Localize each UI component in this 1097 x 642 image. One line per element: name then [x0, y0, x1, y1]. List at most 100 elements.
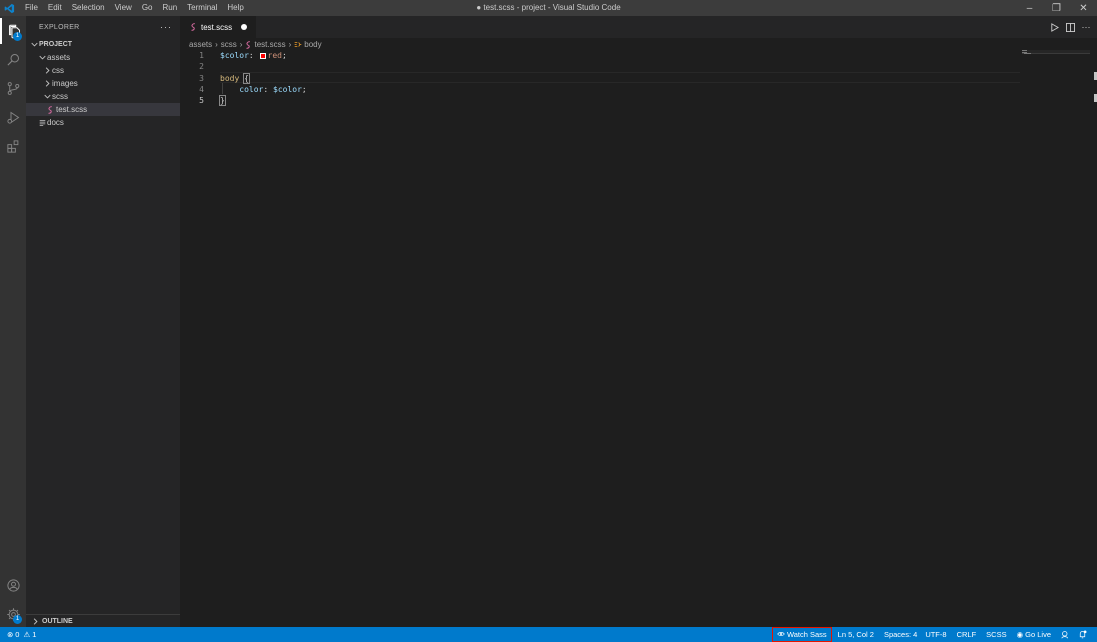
watch-sass-button[interactable]: Watch Sass — [771, 627, 832, 642]
run-debug-icon[interactable] — [0, 104, 26, 130]
line-number: 5 — [199, 96, 204, 106]
minimap-slider[interactable] — [1022, 50, 1090, 54]
line-content: } — [219, 95, 226, 107]
more-actions-icon[interactable]: ··· — [160, 22, 172, 32]
tab-bar: test.scss ··· — [180, 16, 1097, 38]
tab-label: test.scss — [201, 22, 233, 32]
settings-gear-icon[interactable]: 1 — [0, 601, 26, 627]
tree-item-label: scss — [52, 92, 68, 101]
notifications-bell-icon[interactable] — [1074, 627, 1091, 642]
search-icon[interactable] — [0, 46, 26, 72]
restore-button[interactable]: ❐ — [1043, 0, 1070, 16]
warning-count: 1 — [32, 630, 37, 639]
problems-indicator[interactable]: ⊗ 0 ⚠ 1 — [7, 627, 36, 642]
tree-item-images[interactable]: images — [26, 77, 180, 90]
line-number: 1 — [199, 51, 204, 60]
tree-item-css[interactable]: css — [26, 64, 180, 77]
run-icon[interactable] — [1049, 22, 1059, 32]
cursor-position[interactable]: Ln 5, Col 2 — [834, 627, 878, 642]
broadcast-icon: ◉ — [1016, 630, 1024, 639]
status-right: Watch Sass Ln 5, Col 2 Spaces: 4 UTF-8 C… — [771, 627, 1091, 642]
minimap[interactable] — [1022, 50, 1090, 70]
feedback-icon[interactable] — [1057, 627, 1074, 642]
close-button[interactable]: ✕ — [1070, 0, 1097, 16]
scss-file-icon — [245, 40, 252, 49]
end-of-line[interactable]: CRLF — [953, 627, 981, 642]
menu-run[interactable]: Run — [157, 0, 182, 16]
symbol-selector-icon — [294, 41, 302, 48]
outline-label: OUTLINE — [42, 617, 73, 625]
menu-bar: File Edit Selection View Go Run Terminal… — [20, 0, 249, 16]
vertical-scrollbar[interactable] — [1091, 38, 1097, 627]
color-swatch-icon[interactable] — [259, 53, 266, 59]
tree-item-docs[interactable]: docs — [26, 116, 180, 129]
menu-terminal[interactable]: Terminal — [182, 0, 222, 16]
menu-view[interactable]: View — [110, 0, 137, 16]
outline-section-header[interactable]: OUTLINE — [26, 614, 180, 627]
menu-go[interactable]: Go — [137, 0, 158, 16]
menu-help[interactable]: Help — [222, 0, 248, 16]
explorer-icon[interactable]: 1 — [0, 18, 26, 44]
tree-item-label: test.scss — [56, 105, 88, 114]
split-editor-icon[interactable] — [1065, 22, 1075, 32]
tree-item-scss[interactable]: scss — [26, 90, 180, 103]
chevron-right-icon: › — [239, 40, 243, 49]
breadcrumb-item[interactable]: body — [304, 40, 321, 49]
status-bar: ⊗ 0 ⚠ 1 Watch Sass Ln 5, Col 2 Spaces: 4… — [0, 627, 1097, 642]
chevron-right-icon: › — [215, 40, 218, 49]
sidebar-title: EXPLORER — [39, 23, 80, 31]
tree-item-assets[interactable]: assets — [26, 51, 180, 64]
more-actions-icon[interactable]: ··· — [1081, 22, 1091, 32]
line-number: 2 — [199, 62, 204, 72]
window-controls: – ❐ ✕ — [1016, 0, 1097, 16]
code-token: : — [248, 51, 259, 60]
line-content: $color: red; — [220, 50, 287, 61]
breadcrumb-item[interactable]: scss — [221, 40, 237, 49]
tab-test-scss[interactable]: test.scss — [180, 16, 256, 38]
menu-edit[interactable]: Edit — [43, 0, 67, 16]
scss-file-icon — [45, 105, 55, 114]
breadcrumb-item[interactable]: assets — [189, 40, 212, 49]
warning-icon: ⚠ — [23, 630, 31, 639]
code-line[interactable]: 2 — [180, 61, 1020, 72]
watch-sass-label: Watch Sass — [786, 630, 827, 639]
code-token: ; — [301, 84, 307, 94]
explorer-sidebar: EXPLORER ··· PROJECT assets css images s… — [26, 16, 180, 627]
chevron-right-icon — [42, 67, 52, 74]
indentation[interactable]: Spaces: 4 — [880, 627, 921, 642]
code-line[interactable]: 3 body { — [180, 72, 1020, 84]
editor-area: test.scss ··· assets › scss › test.scss … — [180, 16, 1097, 627]
breadcrumb-item[interactable]: test.scss — [254, 40, 285, 49]
tree-item-label: docs — [47, 118, 64, 127]
code-line[interactable]: 5} — [180, 95, 1020, 107]
encoding[interactable]: UTF-8 — [921, 627, 950, 642]
code-token: $color — [273, 84, 302, 94]
line-content: body { — [220, 72, 250, 84]
go-live-button[interactable]: ◉ Go Live — [1013, 627, 1055, 642]
language-mode[interactable]: SCSS — [982, 627, 1010, 642]
minimize-button[interactable]: – — [1016, 0, 1043, 16]
go-live-label: Go Live — [1025, 630, 1051, 639]
code-token: body — [220, 73, 240, 83]
source-control-icon[interactable] — [0, 75, 26, 101]
code-line[interactable]: 4 color: $color; — [180, 84, 1020, 95]
eye-icon — [777, 630, 785, 639]
menu-selection[interactable]: Selection — [67, 0, 110, 16]
code-token: red — [267, 51, 282, 60]
code-token: $color — [220, 51, 249, 60]
text-cursor — [224, 95, 226, 105]
code-editor[interactable]: 1 $color: red; 2 3 body {4 color: $color; 5} — [180, 50, 1020, 107]
code-token: ; — [282, 51, 287, 60]
minimap-line — [1024, 53, 1031, 54]
extensions-icon[interactable] — [0, 133, 26, 159]
tree-item-test-scss[interactable]: test.scss — [26, 103, 180, 116]
account-icon[interactable] — [0, 572, 26, 598]
activity-bar: 1 1 — [0, 16, 26, 627]
menu-file[interactable]: File — [20, 0, 43, 16]
sidebar-header: EXPLORER ··· — [26, 16, 180, 38]
chevron-down-icon — [29, 41, 39, 48]
project-section-header[interactable]: PROJECT — [26, 38, 180, 51]
status-left: ⊗ 0 ⚠ 1 — [0, 627, 36, 642]
unsaved-dot-icon[interactable] — [241, 24, 247, 30]
code-line[interactable]: 1 $color: red; — [180, 50, 1020, 61]
